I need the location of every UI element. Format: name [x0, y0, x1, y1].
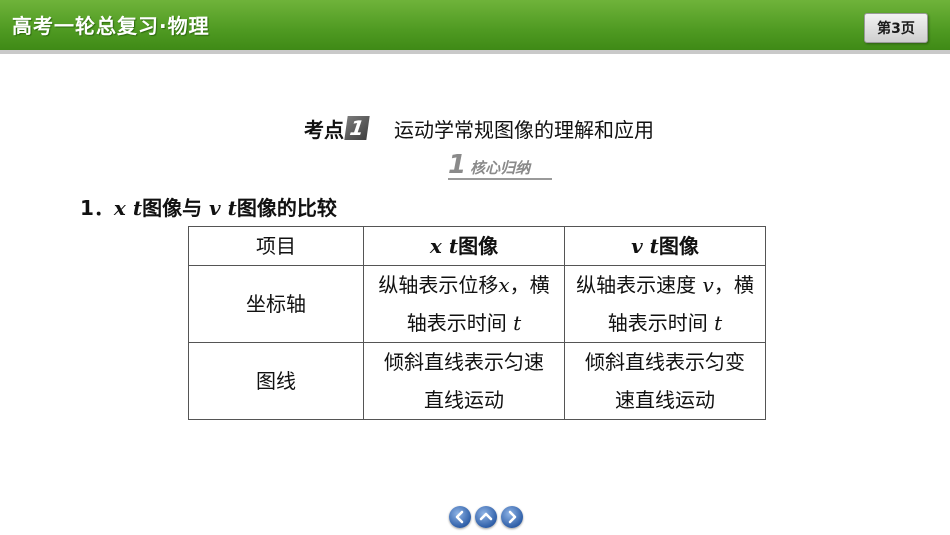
slide-navigation	[449, 506, 523, 528]
header-bar: 高考一轮总复习·物理 第3页	[0, 0, 950, 50]
header-divider	[0, 50, 950, 54]
subsection-badge: 1 核心归纳	[448, 150, 552, 178]
subsection-title: 核心归纳	[470, 159, 531, 177]
section-heading: 1．x t图像与 v t图像的比较	[80, 196, 337, 220]
topic-number-badge: 1	[344, 116, 370, 140]
course-title: 高考一轮总复习·物理	[12, 14, 210, 38]
table-cell: 坐标轴	[188, 265, 364, 343]
table-cell: 倾斜直线表示匀变 速直线运动	[564, 342, 766, 420]
table-cell: 纵轴表示速度 v，横 轴表示时间 t	[564, 265, 766, 343]
comparison-table: 项目 x t图像 v t图像 坐标轴 纵轴表示位移x，横 轴表示时间 t 纵轴表示…	[188, 226, 766, 420]
prev-arrow-icon[interactable]	[449, 506, 471, 528]
topic-heading: 考点 1 运动学常规图像的理解和应用	[304, 114, 654, 142]
table-header-cell: x t图像	[363, 226, 565, 266]
next-arrow-icon[interactable]	[501, 506, 523, 528]
table-header-cell: v t图像	[564, 226, 766, 266]
page-number-badge: 第3页	[864, 13, 928, 43]
table-cell: 纵轴表示位移x，横 轴表示时间 t	[363, 265, 565, 343]
table-row: 图线 倾斜直线表示匀速 直线运动 倾斜直线表示匀变 速直线运动	[188, 342, 766, 420]
table-header-row: 项目 x t图像 v t图像	[188, 226, 766, 266]
table-row: 坐标轴 纵轴表示位移x，横 轴表示时间 t 纵轴表示速度 v，横 轴表示时间 t	[188, 265, 766, 343]
home-up-arrow-icon[interactable]	[475, 506, 497, 528]
topic-title: 运动学常规图像的理解和应用	[394, 117, 654, 142]
topic-label: 考点	[304, 117, 344, 142]
subsection-number: 1	[448, 150, 467, 180]
subsection-underline	[448, 178, 552, 180]
table-cell: 图线	[188, 342, 364, 420]
table-cell: 倾斜直线表示匀速 直线运动	[363, 342, 565, 420]
table-header-cell: 项目	[188, 226, 364, 266]
